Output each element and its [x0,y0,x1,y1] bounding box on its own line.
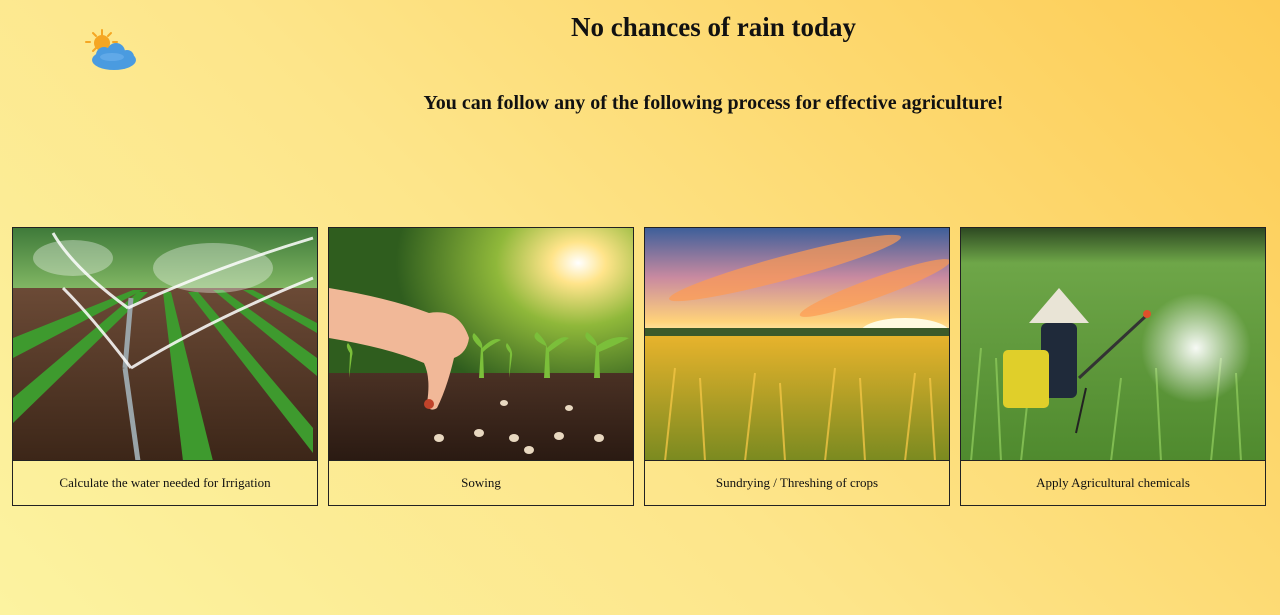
card-caption: Sowing [461,475,501,491]
sowing-seeds-image [329,228,633,462]
card-caption: Apply Agricultural chemicals [1036,475,1190,491]
card-chemicals[interactable]: Apply Agricultural chemicals [960,227,1266,506]
irrigation-sprinklers-image [13,228,317,462]
page-subtitle: You can follow any of the following proc… [423,92,1004,114]
card-sundrying[interactable]: Sundrying / Threshing of crops [644,227,950,506]
card-caption: Calculate the water needed for Irrigatio… [59,475,271,491]
golden-crop-field-image [645,228,949,462]
process-cards: Calculate the water needed for Irrigatio… [12,227,1266,506]
page-title: No chances of rain today [571,12,856,42]
card-irrigation[interactable]: Calculate the water needed for Irrigatio… [12,227,318,506]
card-caption: Sundrying / Threshing of crops [715,475,879,491]
farmer-spraying-chemicals-image [961,228,1265,462]
card-sowing[interactable]: Sowing [328,227,634,506]
